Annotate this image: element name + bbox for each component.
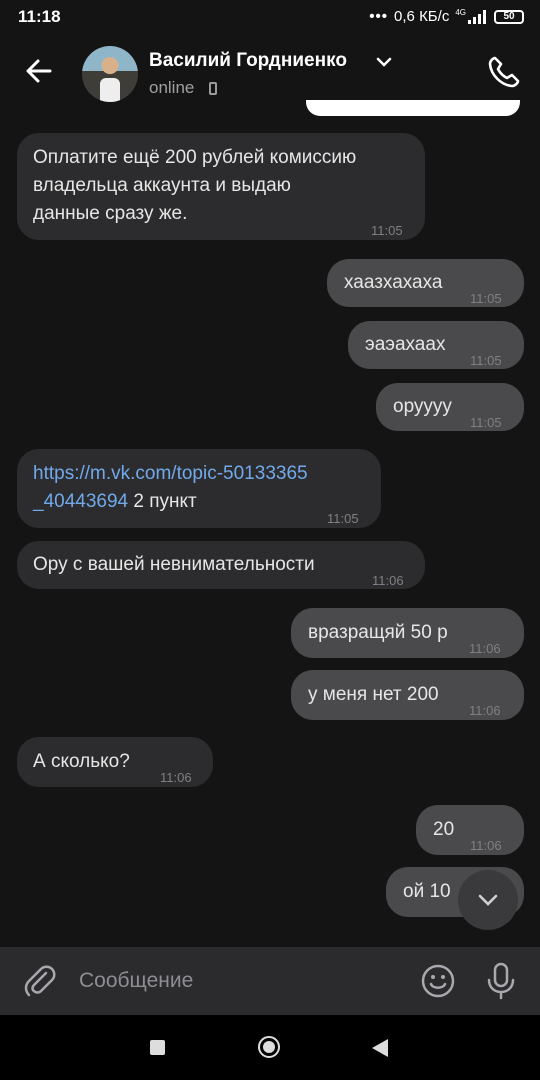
- message-text: хаазхахаха: [344, 272, 443, 293]
- message-text: ой 10: [403, 881, 451, 902]
- message-time: 11:05: [371, 223, 403, 238]
- message-time: 11:06: [470, 838, 502, 853]
- contact-name[interactable]: Василий Гордниенко: [149, 50, 347, 72]
- incoming-message[interactable]: Ору с вашей невнимательности 11:06: [17, 541, 425, 589]
- message-text: вразращяй 50 р: [308, 622, 448, 643]
- attachment-icon[interactable]: [22, 963, 58, 999]
- message-time: 11:05: [470, 353, 502, 368]
- partial-message: [306, 100, 520, 116]
- microphone-icon[interactable]: [484, 961, 518, 1001]
- incoming-message[interactable]: https://m.vk.com/topic-50133365 _4044369…: [17, 449, 381, 528]
- arrow-left-icon[interactable]: [22, 54, 56, 88]
- outgoing-message[interactable]: эаэахаах 11:05: [348, 321, 524, 369]
- battery-icon: 50: [494, 9, 524, 24]
- contact-status: online: [149, 78, 195, 97]
- incoming-message[interactable]: А сколько? 11:06: [17, 737, 213, 787]
- outgoing-message[interactable]: 20 11:06: [416, 805, 524, 855]
- system-nav-bar: [0, 1015, 540, 1080]
- recent-apps-button[interactable]: [150, 1040, 165, 1055]
- phone-icon[interactable]: [486, 54, 522, 90]
- signal-icon: [468, 9, 488, 24]
- status-time: 11:18: [18, 7, 61, 26]
- message-text: у меня нет 200: [308, 684, 439, 705]
- outgoing-message[interactable]: хаазхахаха 11:05: [327, 259, 524, 307]
- chevron-down-icon[interactable]: [376, 56, 392, 68]
- message-time: 11:05: [470, 291, 502, 306]
- message-text: Оплатите ещё 200 рублей комиссию владель…: [33, 147, 357, 224]
- battery-level: 50: [503, 10, 515, 22]
- message-text: 20: [433, 819, 455, 840]
- outgoing-message[interactable]: оруууу 11:05: [376, 383, 524, 431]
- scroll-down-button[interactable]: [458, 870, 518, 930]
- message-time: 11:06: [372, 573, 404, 588]
- chevron-down-icon: [478, 894, 498, 906]
- message-time: 11:06: [469, 703, 501, 718]
- message-time: 11:06: [160, 770, 192, 785]
- outgoing-message[interactable]: вразращяй 50 р 11:06: [291, 608, 524, 658]
- message-time: 11:05: [327, 511, 359, 526]
- outgoing-message[interactable]: у меня нет 200 11:06: [291, 670, 524, 720]
- message-text: Ору с вашей невнимательности: [33, 554, 315, 575]
- network-type: 4G: [455, 8, 466, 17]
- message-text: https://m.vk.com/topic-50133365 _4044369…: [33, 463, 308, 512]
- message-text: оруууу: [393, 396, 452, 417]
- status-indicators: ••• 0,6 КБ/с 4G 50: [369, 8, 524, 25]
- mobile-device-icon: [209, 82, 217, 95]
- home-button[interactable]: [258, 1036, 280, 1058]
- message-input[interactable]: Сообщение: [79, 969, 193, 993]
- message-link-suffix: 2 пункт: [128, 491, 197, 512]
- incoming-message[interactable]: Оплатите ещё 200 рублей комиссию владель…: [17, 133, 425, 240]
- back-button[interactable]: [372, 1039, 388, 1057]
- message-time: 11:06: [469, 641, 501, 656]
- dots-indicator: •••: [369, 8, 389, 25]
- emoji-icon[interactable]: [420, 963, 456, 999]
- message-text: эаэахаах: [365, 334, 446, 355]
- avatar[interactable]: [82, 46, 138, 102]
- message-text: А сколько?: [33, 751, 130, 772]
- message-time: 11:05: [470, 415, 502, 430]
- status-bar: 11:18 ••• 0,6 КБ/с 4G 50: [0, 0, 540, 34]
- network-speed: 0,6 КБ/с: [394, 8, 450, 25]
- message-composer: Сообщение: [0, 947, 540, 1015]
